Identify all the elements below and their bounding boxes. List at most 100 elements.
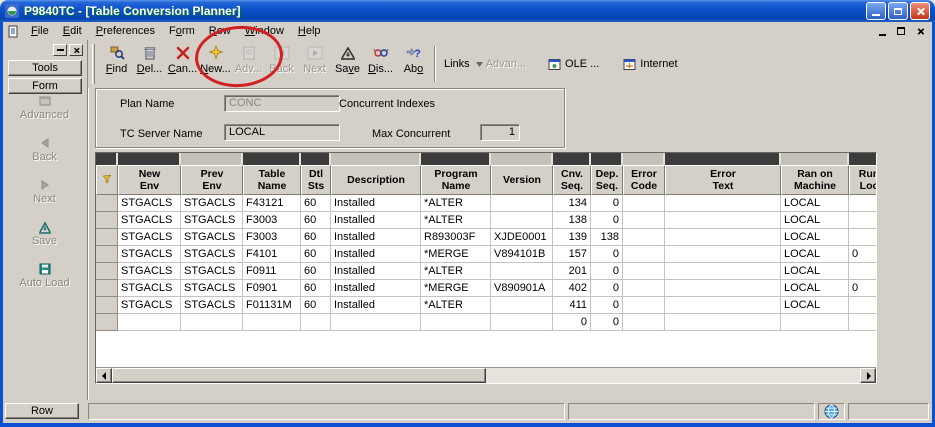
grid-cell[interactable]: STGACLS — [181, 229, 243, 246]
toolbar-find-button[interactable]: Find — [100, 42, 133, 86]
grid-cell[interactable]: STGACLS — [118, 212, 181, 229]
grid-cell[interactable]: LOCAL — [781, 195, 849, 212]
grid-cell[interactable]: 138 — [591, 229, 623, 246]
toolbar-grip[interactable] — [92, 44, 95, 84]
grid-cell[interactable]: STGACLS — [181, 297, 243, 314]
column-header-dtl[interactable]: Dtl Sts — [301, 165, 331, 195]
grid-cell[interactable] — [623, 195, 665, 212]
grid-cell[interactable] — [181, 314, 243, 331]
grid-cell[interactable]: LOCAL — [781, 229, 849, 246]
grid-cell[interactable]: LOCAL — [781, 212, 849, 229]
grid-cell[interactable] — [623, 263, 665, 280]
internet-button[interactable]: Internet — [617, 56, 683, 73]
grid-cell[interactable]: *MERGE — [421, 246, 491, 263]
grid-cell[interactable]: Installed — [331, 297, 421, 314]
sidebar-item-save[interactable]: Save — [3, 218, 86, 260]
grid-cell[interactable] — [491, 314, 553, 331]
menu-preferences[interactable]: Preferences — [89, 24, 162, 38]
grid-cell[interactable]: F0911 — [243, 263, 301, 280]
tools-tab[interactable]: Tools — [8, 60, 82, 76]
row-selector[interactable] — [96, 263, 118, 280]
column-header-table[interactable]: Table Name — [243, 165, 301, 195]
grid-cell[interactable]: V890901A — [491, 280, 553, 297]
row-selector[interactable] — [96, 280, 118, 297]
toolbar-cancel-button[interactable]: Can... — [166, 42, 199, 86]
scroll-right-button[interactable] — [860, 368, 876, 383]
grid-cell[interactable] — [665, 263, 781, 280]
grid-cell[interactable]: 138 — [553, 212, 591, 229]
grid-cell[interactable]: STGACLS — [181, 246, 243, 263]
row-selector[interactable] — [96, 297, 118, 314]
grid-cell[interactable]: STGACLS — [181, 263, 243, 280]
grid-cell[interactable]: 0 — [849, 246, 877, 263]
column-header-error[interactable]: Error Code — [623, 165, 665, 195]
minimize-button[interactable] — [866, 2, 886, 20]
grid-cell[interactable]: F3003 — [243, 229, 301, 246]
toolbar-about-button[interactable]: ?Abo — [397, 42, 430, 86]
grid-cell[interactable] — [665, 297, 781, 314]
toolbar-delete-button[interactable]: Del... — [133, 42, 166, 86]
column-header-error[interactable]: Error Text — [665, 165, 781, 195]
column-header-prev[interactable]: Prev Env — [181, 165, 243, 195]
grid-cell[interactable]: *MERGE — [421, 280, 491, 297]
restore-button[interactable] — [888, 2, 908, 20]
sidebar-item-auto-load[interactable]: Auto Load — [3, 260, 86, 302]
panel-minimize-button[interactable] — [53, 44, 67, 56]
grid-cell[interactable]: V894101B — [491, 246, 553, 263]
grid-cell[interactable] — [849, 263, 877, 280]
grid-cell[interactable] — [491, 297, 553, 314]
grid-cell[interactable]: STGACLS — [118, 297, 181, 314]
grid-cell[interactable]: 0 — [591, 246, 623, 263]
title-bar[interactable]: P9840TC - [Table Conversion Planner] — [0, 0, 935, 22]
grid-cell[interactable]: Installed — [331, 212, 421, 229]
grid-cell[interactable]: STGACLS — [118, 195, 181, 212]
grid-cell[interactable]: 0 — [591, 195, 623, 212]
grid-cell[interactable] — [849, 229, 877, 246]
menu-form[interactable]: Form — [162, 24, 202, 38]
grid-cell[interactable]: Installed — [331, 195, 421, 212]
grid-cell[interactable]: F43121 — [243, 195, 301, 212]
grid-cell[interactable] — [421, 314, 491, 331]
panel-close-button[interactable] — [69, 44, 83, 56]
grid-cell[interactable]: STGACLS — [118, 229, 181, 246]
grid-cell[interactable] — [665, 314, 781, 331]
grid-cell[interactable]: 157 — [553, 246, 591, 263]
mdi-restore-button[interactable] — [893, 24, 909, 38]
grid-cell[interactable]: R893003F — [421, 229, 491, 246]
grid-cell[interactable]: *ALTER — [421, 212, 491, 229]
grid-cell[interactable]: 0 — [849, 280, 877, 297]
grid-cell[interactable] — [623, 297, 665, 314]
grid-cell[interactable]: LOCAL — [781, 246, 849, 263]
grid-cell[interactable]: *ALTER — [421, 263, 491, 280]
scroll-left-button[interactable] — [96, 368, 112, 383]
grid-cell[interactable] — [623, 212, 665, 229]
horizontal-scrollbar[interactable] — [96, 367, 876, 383]
max-concurrent-field[interactable]: 1 — [480, 124, 520, 141]
grid-cell[interactable]: LOCAL — [781, 297, 849, 314]
grid-cell[interactable]: Installed — [331, 280, 421, 297]
grid-cell[interactable]: 60 — [301, 263, 331, 280]
grid-cell[interactable] — [665, 246, 781, 263]
grid-cell[interactable]: F01131M — [243, 297, 301, 314]
toolbar-new-button[interactable]: New... — [199, 42, 232, 86]
column-header-cnv[interactable]: Cnv. Seq. — [553, 165, 591, 195]
grid-cell[interactable] — [118, 314, 181, 331]
menu-row[interactable]: Row — [202, 24, 238, 38]
column-header-ran-on[interactable]: Ran on Machine — [781, 165, 849, 195]
grid-cell[interactable]: 0 — [591, 297, 623, 314]
grid-cell[interactable]: STGACLS — [181, 195, 243, 212]
grid-cell[interactable]: 134 — [553, 195, 591, 212]
tc-server-name-field[interactable]: LOCAL — [224, 124, 340, 141]
grid-cell[interactable]: 201 — [553, 263, 591, 280]
grid-cell[interactable]: 60 — [301, 280, 331, 297]
close-button[interactable] — [910, 2, 930, 20]
grid-cell[interactable] — [623, 229, 665, 246]
grid-cell[interactable] — [623, 314, 665, 331]
grid-cell[interactable]: Installed — [331, 263, 421, 280]
grid-cell[interactable]: 0 — [591, 263, 623, 280]
grid-cell[interactable] — [623, 246, 665, 263]
grid-cell[interactable]: 0 — [591, 212, 623, 229]
grid-cell[interactable]: LOCAL — [781, 280, 849, 297]
grid-cell[interactable]: LOCAL — [781, 263, 849, 280]
grid-cell[interactable] — [491, 212, 553, 229]
